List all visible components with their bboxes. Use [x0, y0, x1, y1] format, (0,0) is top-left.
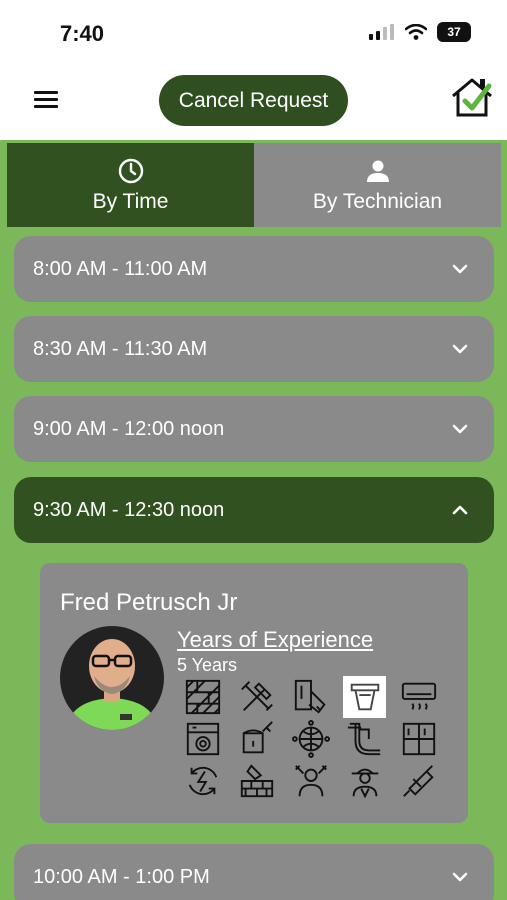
time-slot-4-expanded[interactable]: 9:30 AM - 12:30 noon [14, 477, 494, 543]
flooring-icon [181, 676, 224, 718]
technician-icon [343, 760, 386, 802]
view-tabs: By Time By Technician [7, 143, 501, 227]
electrical-icon [181, 760, 224, 802]
time-slot-3[interactable]: 9:00 AM - 12:00 noon [14, 396, 494, 462]
air-conditioner-icon [397, 676, 440, 718]
time-slot-label: 8:30 AM - 11:30 AM [33, 337, 208, 360]
tab-by-time[interactable]: By Time [7, 143, 254, 227]
menu-icon[interactable] [34, 91, 58, 112]
cancel-request-button[interactable]: Cancel Request [159, 75, 348, 126]
chevron-down-icon [448, 865, 472, 889]
time-slot-label: 9:00 AM - 12:00 noon [33, 417, 225, 440]
carpentry-tools-icon [235, 676, 278, 718]
years-of-experience-link[interactable]: Years of Experience [177, 627, 373, 653]
time-slot-2[interactable]: 8:30 AM - 11:30 AM [14, 316, 494, 382]
cancel-request-label: Cancel Request [178, 88, 329, 112]
technician-card[interactable]: Fred Petrusch Jr Years of Experience 5 Y… [40, 563, 468, 823]
painting-icon [235, 718, 278, 760]
battery-level: 37 [447, 25, 461, 39]
battery-icon: 37 [437, 22, 471, 42]
chevron-up-icon [448, 498, 472, 522]
appliance-icon [181, 718, 224, 760]
status-time: 7:40 [60, 21, 105, 46]
tab-by-time-label: By Time [92, 189, 169, 213]
technician-name: Fred Petrusch Jr [60, 589, 238, 616]
time-slot-1[interactable]: 8:00 AM - 11:00 AM [14, 236, 494, 302]
technician-avatar [60, 626, 164, 730]
time-slot-label: 8:00 AM - 11:00 AM [33, 257, 208, 280]
status-bar: 7:40 37 [0, 0, 507, 60]
tile-icon [397, 718, 440, 760]
skills-grid [181, 676, 446, 802]
masonry-icon [235, 760, 278, 802]
status-icons: 37 [369, 22, 471, 42]
time-slot-label: 9:30 AM - 12:30 noon [33, 498, 225, 521]
countertop-icon [343, 676, 386, 718]
chevron-down-icon [448, 337, 472, 361]
app-header: Cancel Request [0, 60, 507, 140]
clock-icon [118, 158, 143, 183]
tab-by-technician-label: By Technician [312, 189, 443, 213]
drywall-icon [289, 676, 332, 718]
chevron-down-icon [448, 257, 472, 281]
home-check-logo-icon[interactable] [449, 76, 495, 118]
handyman-icon [289, 760, 332, 802]
chevron-down-icon [448, 417, 472, 441]
tab-by-technician[interactable]: By Technician [254, 143, 501, 227]
signal-icon [369, 24, 394, 40]
years-of-experience-value: 5 Years [177, 655, 238, 675]
wifi-icon [405, 24, 427, 40]
person-icon [366, 160, 389, 182]
plumbing-icon [343, 718, 386, 760]
network-icon [289, 718, 332, 760]
caulking-icon [397, 760, 440, 802]
time-slot-label: 10:00 AM - 1:00 PM [33, 865, 210, 888]
time-slot-5[interactable]: 10:00 AM - 1:00 PM [14, 844, 494, 900]
